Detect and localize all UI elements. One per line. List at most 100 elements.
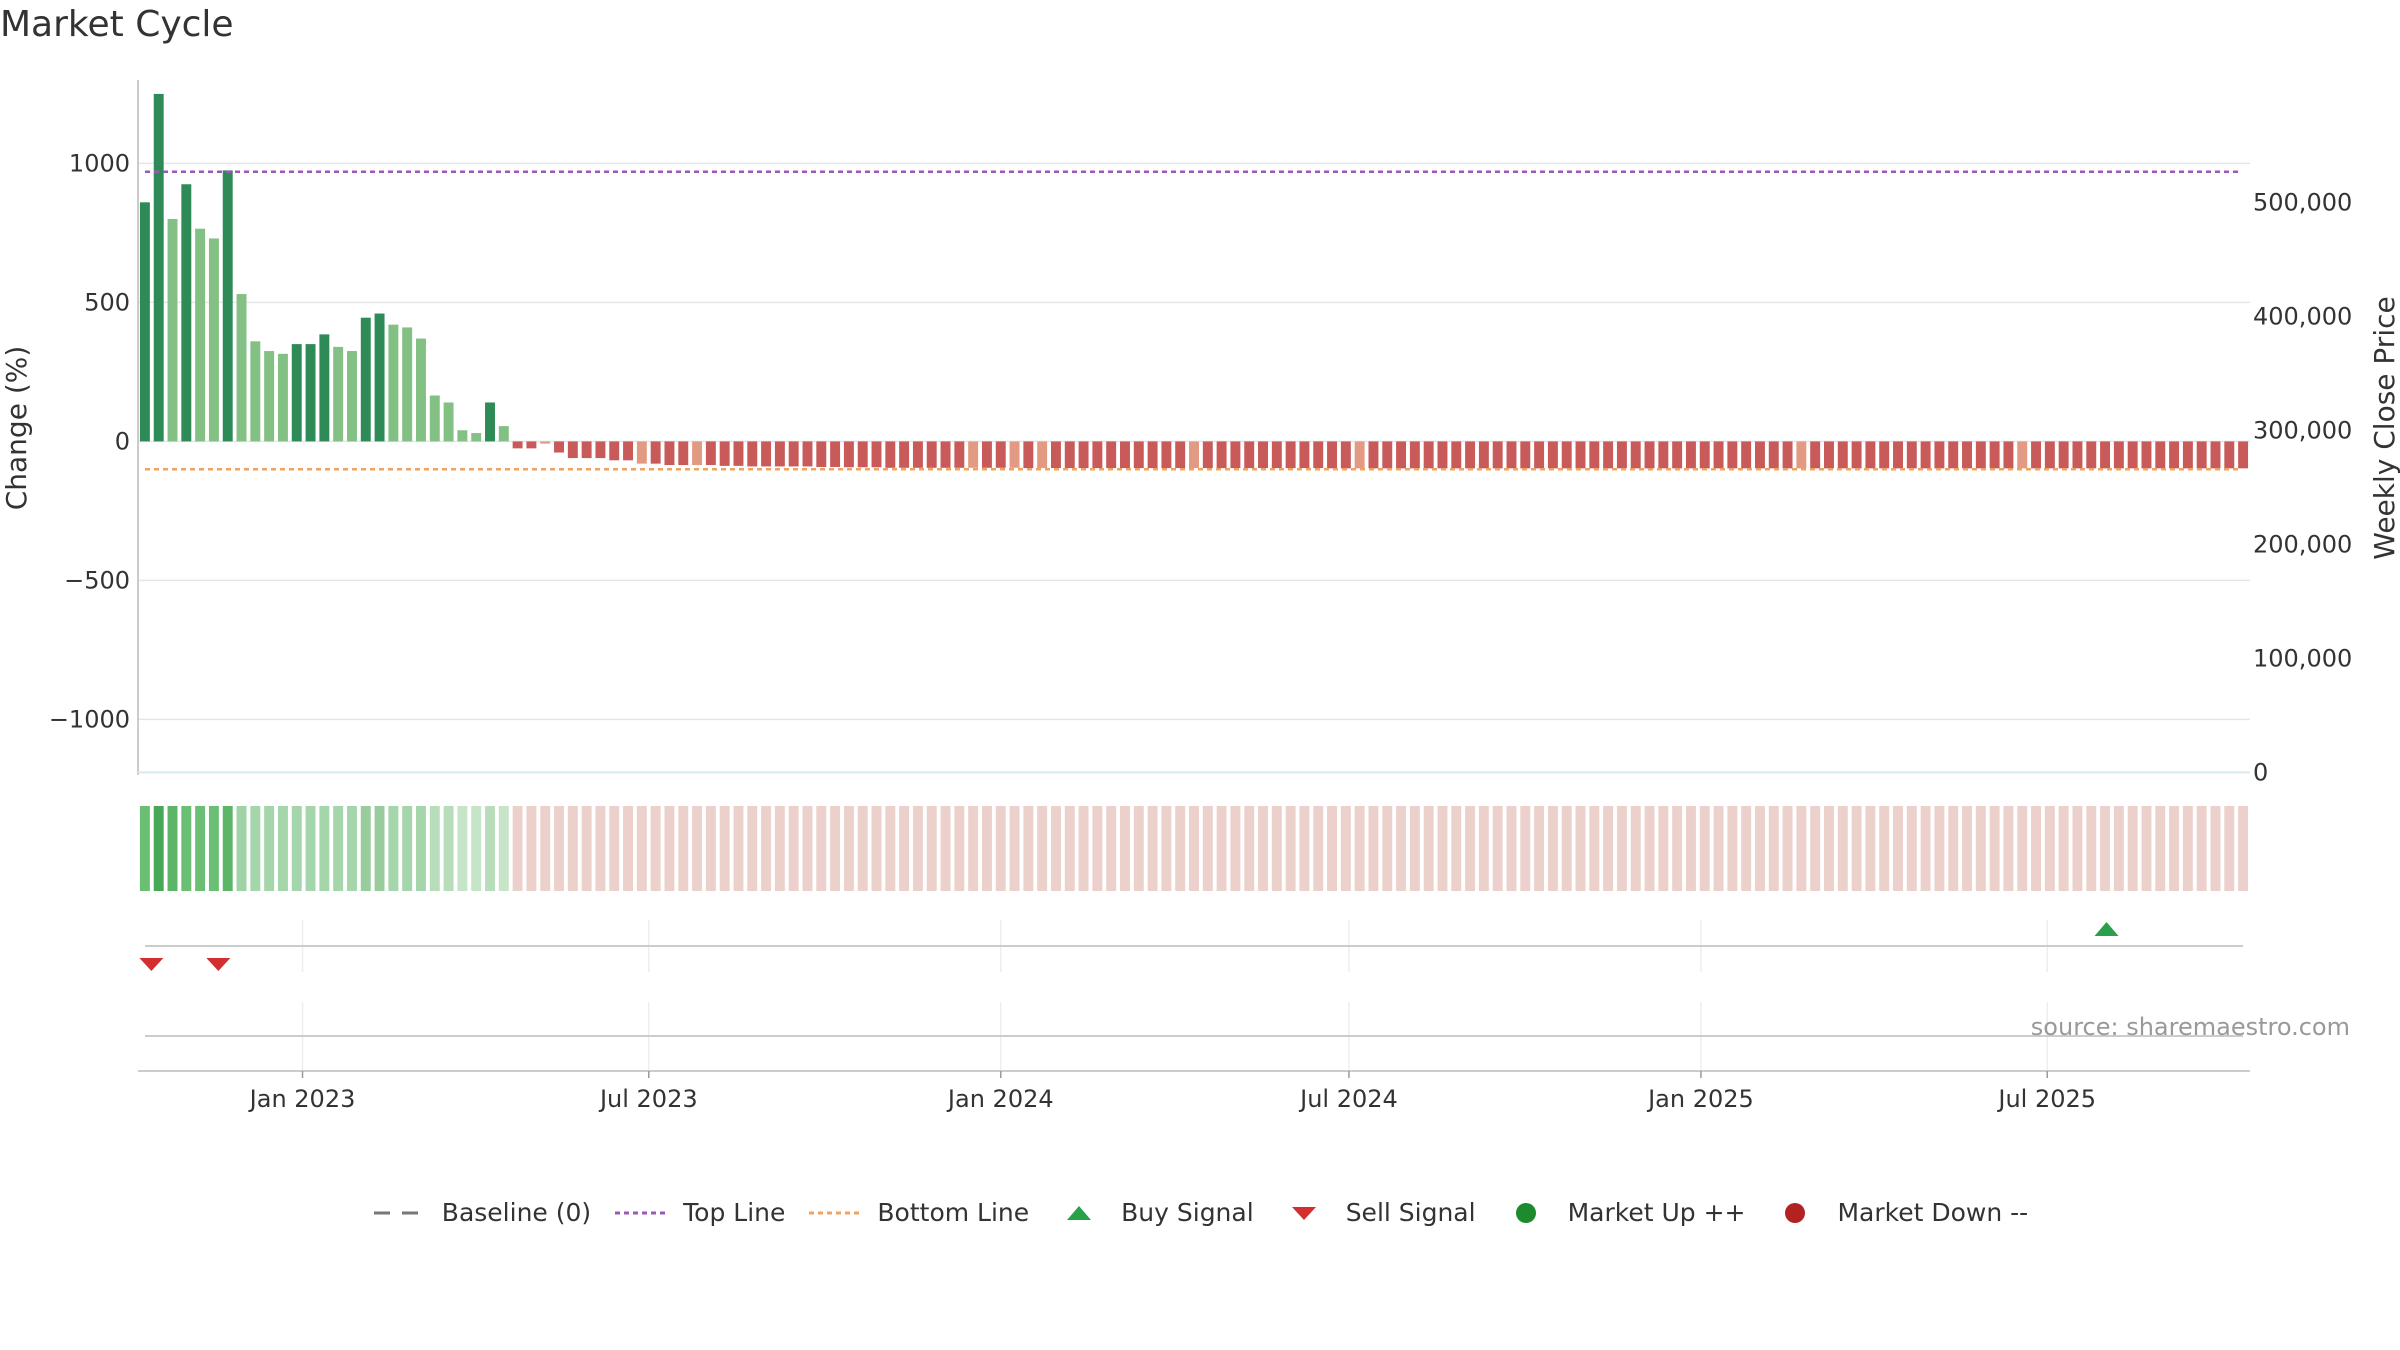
strip-cell (2017, 806, 2028, 891)
strip-cell (1865, 806, 1876, 891)
legend-label: Market Up ++ (1567, 1198, 1746, 1227)
strip-cell (1050, 806, 1061, 891)
strip-cell (2086, 806, 2097, 891)
sell-signal-marker (139, 958, 164, 971)
bar (774, 441, 785, 467)
strip-cell (360, 806, 371, 891)
strip-cell (1175, 806, 1186, 891)
bar (1285, 441, 1296, 469)
bar (139, 202, 150, 442)
bar (830, 441, 841, 467)
strip-cell (830, 806, 841, 891)
strip-cell (1672, 806, 1683, 891)
bar (2127, 441, 2138, 469)
strip-cell (2196, 806, 2207, 891)
strip-cell (1893, 806, 1903, 891)
bar (1547, 441, 1558, 469)
strip-cell (1975, 806, 1986, 891)
bar (581, 441, 592, 459)
bar (940, 441, 951, 468)
bar (540, 441, 551, 444)
bar (1603, 441, 1614, 469)
legend-symbol (1785, 1202, 1806, 1223)
strip-cell (1506, 806, 1517, 891)
bar (636, 441, 647, 464)
bar (650, 441, 661, 464)
strip-cell (816, 806, 827, 891)
bar (236, 294, 247, 442)
bar (2044, 441, 2055, 469)
bar (954, 441, 965, 468)
bar (1216, 441, 1227, 469)
y2-tick-label: 400,000 (2253, 302, 2352, 330)
bar (1506, 441, 1517, 469)
bar (885, 441, 896, 468)
bar (2031, 441, 2042, 469)
strip-cell (1409, 806, 1420, 891)
bar (1851, 441, 1862, 469)
bar (1920, 441, 1931, 469)
bar (1616, 441, 1627, 469)
legend-symbol (1515, 1202, 1536, 1223)
legend-label: Baseline (0) (441, 1198, 592, 1227)
bar (1575, 441, 1586, 469)
bar (1906, 441, 1917, 469)
strip-cell (857, 806, 868, 891)
bar (1989, 441, 2000, 469)
strip-cell (1147, 806, 1158, 891)
legend-symbol (809, 1211, 862, 1214)
bar (1120, 441, 1130, 469)
bar (788, 441, 799, 467)
strip-cell (264, 806, 275, 891)
strip-cell (277, 806, 288, 891)
buy-signal-marker (2094, 922, 2119, 936)
strip-cell (1437, 806, 1448, 891)
bar (1810, 441, 1821, 469)
y2-tick-label: 300,000 (2253, 416, 2352, 444)
bar (871, 441, 882, 468)
bar (2182, 441, 2193, 469)
legend-label: Buy Signal (1121, 1198, 1254, 1227)
bar (761, 441, 772, 467)
strip-cell (1092, 806, 1103, 891)
bar (181, 184, 192, 442)
strip-cell (2100, 806, 2111, 891)
bar (512, 441, 523, 449)
legend-item: Market Up ++ (1498, 1198, 1746, 1227)
strip-cell (1189, 806, 1199, 891)
strip-cell (139, 806, 150, 891)
bar (1520, 441, 1531, 469)
bar (1050, 441, 1061, 469)
bar (443, 402, 454, 442)
strip-cell (1754, 806, 1765, 891)
bar (843, 441, 854, 468)
legend-item: Buy Signal (1051, 1198, 1254, 1227)
strip-cell (1492, 806, 1503, 891)
strip-cell (1575, 806, 1586, 891)
bar (1685, 441, 1696, 469)
legend-triangle-up (1067, 1205, 1092, 1220)
x-tick-label: Jul 2025 (1996, 1085, 2096, 1113)
bar (995, 441, 1006, 468)
bar (2003, 441, 2014, 469)
bar (567, 441, 578, 459)
legend-item: Sell Signal (1276, 1198, 1476, 1227)
bar (1837, 441, 1848, 469)
bar (471, 433, 482, 442)
x-tick-label: Jan 2024 (946, 1085, 1054, 1113)
strip-cell (1037, 806, 1048, 891)
bar (2113, 441, 2124, 469)
bar (1382, 441, 1393, 469)
bar (981, 441, 992, 468)
bar (1175, 441, 1186, 469)
bar (1230, 441, 1241, 469)
bar (2086, 441, 2097, 469)
bar (1465, 441, 1476, 469)
bar (2100, 441, 2111, 469)
strip-cell (2210, 806, 2221, 891)
y2-axis-title: Weekly Close Price (2368, 296, 2400, 559)
sell-signal-marker (206, 958, 231, 971)
legend-symbol (373, 1211, 426, 1214)
bar (167, 219, 178, 442)
strip-cell (1810, 806, 1821, 891)
